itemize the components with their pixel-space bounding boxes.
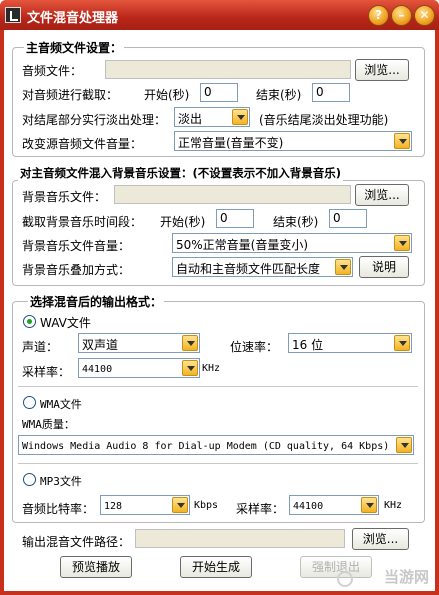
audio-end-label: 结束(秒) [256,88,302,102]
main-audio-legend: 主音频文件设置： [24,39,125,56]
audio-fade-value: 淡出 [178,112,203,126]
wma-label[interactable]: WMA文件 [40,396,82,412]
audio-volume-label: 改变源音频文件音量： [22,137,143,151]
force-exit-button: 强制退出 [300,556,372,578]
mp3-samplerate-value: 44100 [293,501,324,512]
wma-quality-select[interactable]: Windows Media Audio 8 for Dial-up Modem … [18,435,414,455]
audio-volume-select[interactable]: 正常音量(音量不变) [174,131,412,151]
chevron-down-icon [394,235,410,251]
bg-file-input[interactable] [114,185,351,204]
audio-browse-button[interactable]: 浏览... [355,59,409,81]
wav-radio[interactable] [23,315,36,328]
mp3-bitrate-label: 音频比特率： [22,502,95,516]
wav-label[interactable]: WAV文件 [40,314,91,331]
bg-mix-label: 背景音乐叠加方式： [22,263,131,277]
minimize-button[interactable]: – [391,5,412,26]
audio-end-input[interactable]: 0 [312,83,350,102]
output-format-legend: 选择混音后的输出格式： [28,293,165,310]
client-area: 主音频文件设置： 音频文件： 浏览... 对音频进行截取： 开始(秒) 0 结束… [4,30,435,591]
divider [18,463,418,464]
wav-bitrate-select[interactable]: 16 位 [288,333,412,353]
chevron-down-icon [172,497,188,513]
audio-fade-select[interactable]: 淡出 [174,107,250,127]
bg-mix-select[interactable]: 自动和主音频文件匹配长度 [172,257,353,277]
chevron-down-icon [335,259,351,275]
window-title: 文件混音处理器 [27,11,119,26]
bg-volume-label: 背景音乐文件音量： [22,239,131,253]
bg-end-input[interactable]: 0 [329,209,367,228]
start-button[interactable]: 开始生成 [180,556,252,578]
watermark-text: 当游网 [383,568,429,586]
bg-trim-label: 截取背景音乐时间段： [22,215,143,229]
wav-channels-label: 声道： [22,340,59,354]
audio-start-input[interactable]: 0 [200,83,238,102]
audio-fade-note: (音乐结尾淡出处理功能) [259,113,389,127]
bg-mix-value: 自动和主音频文件匹配长度 [176,262,321,276]
app-window: 文件混音处理器 ? – ✕ 主音频文件设置： 音频文件： 浏览... 对音频进行… [0,0,439,595]
wav-samplerate-value: 44100 [82,364,113,375]
audio-trim-label: 对音频进行截取： [22,88,119,102]
close-button[interactable]: ✕ [414,5,435,26]
bg-browse-button[interactable]: 浏览... [355,184,409,206]
audio-file-input[interactable] [105,60,351,79]
mp3-bitrate-select[interactable]: 128 [100,495,190,515]
output-path-input[interactable] [135,529,345,548]
wav-channels-select[interactable]: 双声道 [78,333,200,353]
wav-samplerate-unit: KHz [202,363,221,374]
bg-end-label: 结束(秒) [273,215,319,229]
chevron-down-icon [394,133,410,149]
preview-button[interactable]: 预览播放 [60,556,132,578]
bg-start-label: 开始(秒) [160,215,206,229]
bg-volume-select[interactable]: 50%正常音量(音量变小) [172,233,412,253]
wma-quality-value: Windows Media Audio 8 for Dial-up Modem … [22,441,390,452]
bg-audio-legend: 对主音频文件混入背景音乐设置：(不设置表示不加入背景音乐) [18,165,344,181]
wav-samplerate-label: 采样率： [22,365,71,379]
mp3-samplerate-label: 采样率： [236,502,285,516]
title-bar[interactable]: 文件混音处理器 ? – ✕ [0,0,439,30]
divider [18,386,418,387]
audio-fade-label: 对结尾部分实行淡出处理： [22,113,167,127]
mp3-bitrate-unit: Kbps [194,500,219,511]
watermark-logo-icon [337,571,353,587]
chevron-down-icon [396,437,412,453]
explain-button[interactable]: 说明 [359,256,409,278]
mp3-label[interactable]: MP3文件 [40,473,82,489]
chevron-down-icon [182,335,198,351]
audio-start-label: 开始(秒) [144,88,190,102]
audio-volume-value: 正常音量(音量不变) [178,136,284,150]
output-browse-button[interactable]: 浏览... [352,528,409,550]
app-icon [5,7,21,23]
mp3-samplerate-select[interactable]: 44100 [289,495,379,515]
bg-file-label: 背景音乐文件： [22,190,107,204]
wma-quality-label: WMA质量： [22,418,75,431]
wav-bitrate-label: 位速率： [230,340,279,354]
bg-start-input[interactable]: 0 [216,209,254,228]
chevron-down-icon [394,335,410,351]
mp3-bitrate-value: 128 [104,501,123,512]
chevron-down-icon [232,109,248,125]
audio-file-label: 音频文件： [22,64,83,78]
chevron-down-icon [182,360,198,376]
wav-samplerate-select[interactable]: 44100 [78,358,200,378]
output-path-label: 输出混音文件路径： [22,535,131,549]
bg-volume-value: 50%正常音量(音量变小) [176,238,309,252]
wav-bitrate-value: 16 位 [292,338,324,352]
mp3-samplerate-unit: KHz [384,500,403,511]
help-button[interactable]: ? [368,5,389,26]
wma-radio[interactable] [23,396,36,409]
chevron-down-icon [361,497,377,513]
mp3-radio[interactable] [23,473,36,486]
wav-channels-value: 双声道 [82,338,119,352]
